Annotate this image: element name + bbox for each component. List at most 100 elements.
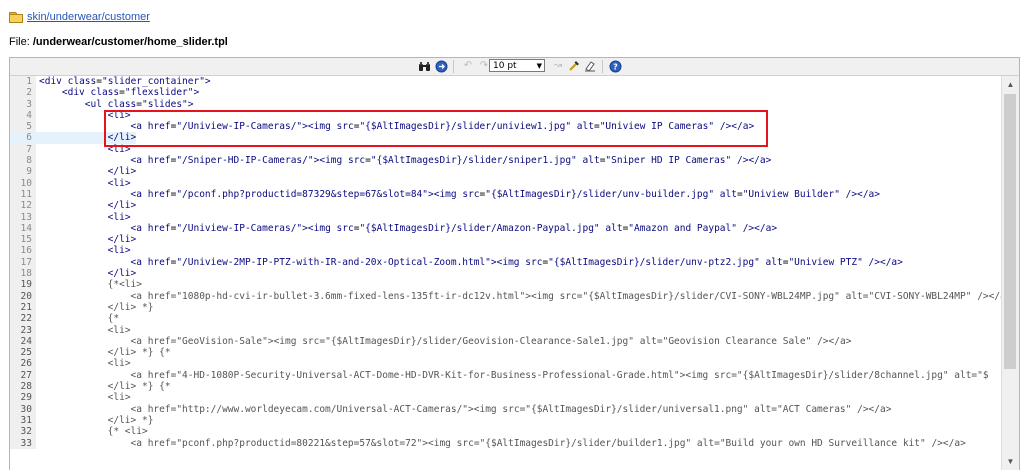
code-line[interactable]: 25 </li> *} {* (10, 347, 1001, 359)
code-line[interactable]: 11 <a href="/pconf.php?productid=87329&s… (10, 188, 1001, 201)
undo-icon[interactable]: ↶ (461, 59, 475, 73)
code-text[interactable]: <ul class="slides"> (36, 99, 194, 110)
code-line[interactable]: 18 </li> (10, 268, 1001, 280)
code-line[interactable]: 22 {* (10, 313, 1001, 325)
syntax-highlight-icon[interactable]: ↝ (551, 59, 565, 73)
code-line[interactable]: 19 {*<li> (10, 279, 1001, 291)
scrollbar-thumb[interactable] (1004, 94, 1016, 369)
scroll-up-icon[interactable]: ▲ (1002, 76, 1019, 93)
code-text[interactable]: <li> (36, 325, 131, 336)
code-text[interactable]: <a href="GeoVision-Sale"><img src="{$Alt… (36, 336, 852, 347)
code-text[interactable]: </li> (36, 166, 137, 177)
code-line[interactable]: 17 <a href="/Uniview-2MP-IP-PTZ-with-IR-… (10, 256, 1001, 269)
code-line[interactable]: 2 <div class="flexslider"> (10, 87, 1001, 99)
scroll-down-icon[interactable]: ▼ (1002, 453, 1019, 470)
line-number: 14 (10, 222, 36, 235)
code-text[interactable]: <li> (36, 392, 131, 403)
code-text[interactable]: <a href="/Uniview-IP-Cameras/"><img src=… (36, 223, 778, 234)
replace-icon[interactable] (434, 59, 448, 73)
breadcrumb-path-link[interactable]: skin/underwear/customer (27, 11, 150, 23)
code-line[interactable]: 3 <ul class="slides"> (10, 98, 1001, 110)
code-text[interactable]: <a href="1080p-hd-cvi-ir-bullet-3.6mm-fi… (36, 291, 1001, 302)
code-editor[interactable]: ↶ ↷ 10 pt ▼ ↝ ? 1 <div class="slider_cont… (9, 57, 1020, 470)
folder-icon (9, 11, 23, 23)
code-text[interactable]: <a href="/Sniper-HD-IP-Cameras/"><img sr… (36, 155, 772, 166)
code-text[interactable]: {*<li> (36, 279, 142, 290)
font-size-select[interactable]: 10 pt ▼ (489, 59, 545, 72)
code-text[interactable]: <li> (36, 110, 131, 121)
code-text[interactable]: </li> *} (36, 302, 154, 313)
code-text[interactable]: <a href="http://www.worldeyecam.com/Univ… (36, 404, 892, 415)
line-number: 32 (10, 426, 36, 438)
code-line[interactable]: 33 <a href="pconf.php?productid=80221&st… (10, 437, 1001, 449)
reindent-icon[interactable] (567, 59, 581, 73)
code-text[interactable]: <a href="/pconf.php?productid=87329&step… (36, 189, 881, 200)
code-line[interactable]: 6 </li> (10, 132, 1001, 144)
code-text[interactable]: <a href="/Uniview-IP-Cameras/"><img src=… (36, 121, 755, 132)
code-line[interactable]: 30 <a href="http://www.worldeyecam.com/U… (10, 403, 1001, 415)
code-line[interactable]: 1 <div class="slider_container"> (10, 76, 1001, 88)
chevron-down-icon: ▼ (536, 62, 542, 70)
code-line[interactable]: 14 <a href="/Uniview-IP-Cameras/"><img s… (10, 222, 1001, 235)
line-number: 20 (10, 290, 36, 302)
font-size-value: 10 pt (493, 61, 517, 71)
code-text[interactable]: <a href="4-HD-1080P-Security-Universal-A… (36, 370, 989, 381)
code-line[interactable]: 27 <a href="4-HD-1080P-Security-Universa… (10, 369, 1001, 382)
code-line[interactable]: 4 <li> (10, 109, 1001, 122)
code-line[interactable]: 29 <li> (10, 392, 1001, 404)
line-number: 16 (10, 245, 36, 257)
code-text[interactable]: {* <li> (36, 426, 148, 437)
code-area[interactable]: 1 <div class="slider_container"> 2 <div cl… (10, 76, 1001, 470)
code-line[interactable]: 24 <a href="GeoVision-Sale"><img src="{$… (10, 335, 1001, 348)
code-text[interactable]: <li> (36, 144, 131, 155)
line-number: 22 (10, 313, 36, 325)
line-number: 5 (10, 121, 36, 133)
vertical-scrollbar[interactable]: ▲ ▼ (1001, 76, 1019, 470)
line-number: 33 (10, 437, 36, 449)
line-number: 12 (10, 200, 36, 212)
code-line[interactable]: 32 {* <li> (10, 426, 1001, 438)
code-text[interactable]: <li> (36, 245, 131, 256)
line-number: 28 (10, 381, 36, 393)
code-text[interactable]: </li> *} {* (36, 347, 171, 358)
code-text[interactable]: </li> *} (36, 415, 154, 426)
line-number: 8 (10, 155, 36, 167)
code-line[interactable]: 13 <li> (10, 211, 1001, 223)
file-label: File: /underwear/customer/home_slider.tp… (9, 36, 228, 48)
binoculars-icon[interactable] (417, 59, 431, 73)
code-text[interactable]: </li> *} {* (36, 381, 171, 392)
code-line[interactable]: 20 <a href="1080p-hd-cvi-ir-bullet-3.6mm… (10, 290, 1001, 302)
code-text[interactable]: <a href="pconf.php?productid=80221&step=… (36, 438, 966, 449)
code-line[interactable]: 31 </li> *} (10, 414, 1001, 427)
code-line[interactable]: 23 <li> (10, 324, 1001, 336)
line-number: 18 (10, 268, 36, 280)
code-line[interactable]: 16 <li> (10, 245, 1001, 257)
code-line[interactable]: 9 </li> (10, 166, 1001, 178)
breadcrumb: skin/underwear/customer (9, 9, 150, 25)
code-text[interactable]: <li> (36, 212, 131, 223)
code-line[interactable]: 8 <a href="/Sniper-HD-IP-Cameras/"><img … (10, 155, 1001, 167)
code-line[interactable]: 26 <li> (10, 358, 1001, 370)
code-text[interactable]: </li> (36, 268, 137, 279)
code-text[interactable]: <div class="slider_container"> (36, 76, 211, 87)
code-text[interactable]: {* (36, 313, 119, 324)
code-text[interactable]: </li> (36, 234, 137, 245)
code-text[interactable]: </li> (36, 132, 137, 144)
svg-text:?: ? (613, 62, 618, 71)
code-line[interactable]: 5 <a href="/Uniview-IP-Cameras/"><img sr… (10, 121, 1001, 133)
code-line[interactable]: 28 </li> *} {* (10, 381, 1001, 393)
code-text[interactable]: <a href="/Uniview-2MP-IP-PTZ-with-IR-and… (36, 257, 903, 268)
code-line[interactable]: 15 </li> (10, 234, 1001, 246)
code-line[interactable]: 21 </li> *} (10, 301, 1001, 314)
line-number: 10 (10, 177, 36, 189)
code-text[interactable]: </li> (36, 200, 137, 211)
code-line[interactable]: 10 <li> (10, 177, 1001, 189)
code-line[interactable]: 12 </li> (10, 200, 1001, 212)
code-line[interactable]: 7 <li> (10, 143, 1001, 156)
code-text[interactable]: <li> (36, 178, 131, 189)
line-number: 7 (10, 143, 36, 156)
code-text[interactable]: <div class="flexslider"> (36, 87, 199, 98)
eraser-icon[interactable] (583, 59, 597, 73)
help-icon[interactable]: ? (608, 59, 622, 73)
code-text[interactable]: <li> (36, 358, 131, 369)
